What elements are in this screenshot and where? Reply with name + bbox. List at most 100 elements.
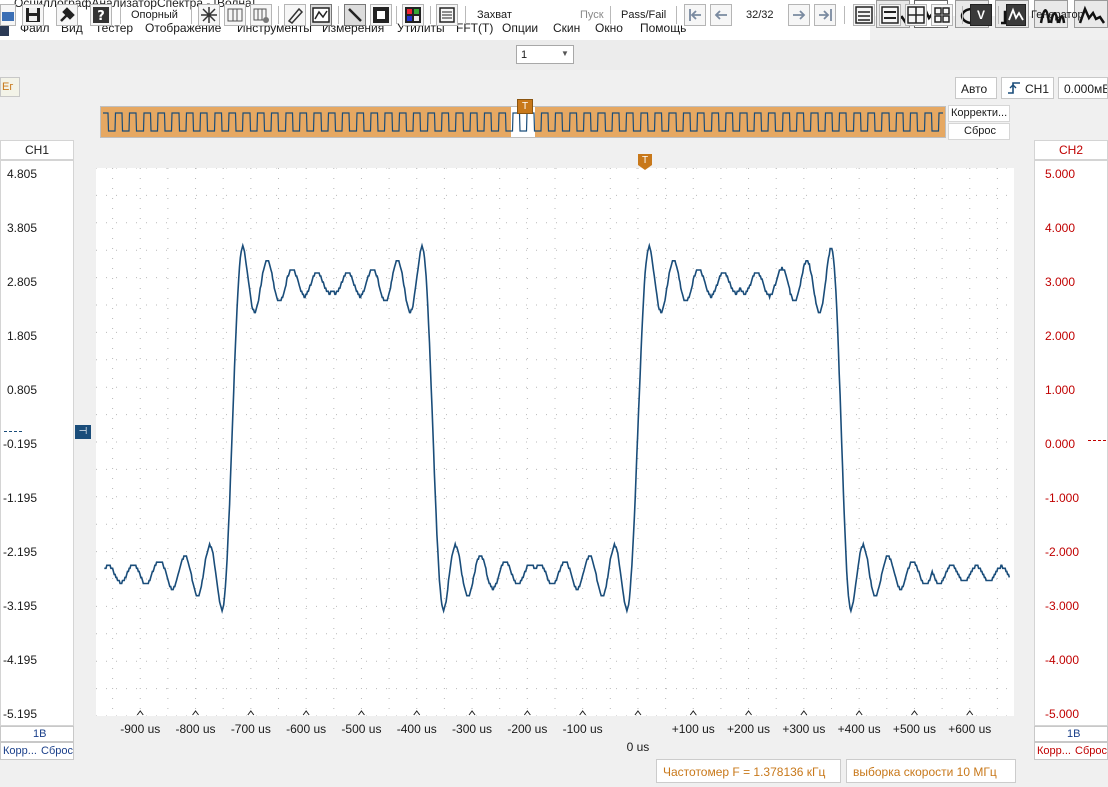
x-tick-mark (358, 710, 365, 716)
trigger-mode-label: Авто (961, 82, 988, 96)
menu-options[interactable]: Опции (502, 21, 538, 35)
help-icon[interactable]: ? (90, 4, 112, 26)
save-icon[interactable] (22, 4, 44, 26)
overview-reset-button[interactable]: Сброс (948, 123, 1010, 140)
x-tick-label: +400 us (837, 722, 881, 736)
prev-frame-icon[interactable] (710, 4, 732, 26)
layout-grid-icon[interactable] (931, 4, 953, 26)
start-button[interactable]: Пуск (580, 9, 604, 21)
cursor-snowflake-icon[interactable] (198, 4, 220, 26)
overview-trigger-marker[interactable]: T (517, 99, 533, 114)
probe-icon[interactable] (284, 4, 306, 26)
x-tick-mark (468, 710, 476, 716)
trigger-status-row (0, 70, 1108, 100)
overview-reset-label: Сброс (964, 125, 996, 137)
generator-icon[interactable] (1006, 4, 1026, 26)
correction-button[interactable]: Корректи... (948, 105, 1010, 122)
y-tick-label: 0.000 (1045, 437, 1076, 451)
trigger-channel-label: CH1 (1025, 82, 1050, 96)
x-tick-mark (745, 710, 752, 716)
waveform-plot-svg (96, 167, 1014, 717)
x-tick-mark (413, 710, 421, 716)
first-frame-icon[interactable] (684, 4, 706, 26)
y-tick-label: 2.000 (1045, 329, 1076, 343)
x-tick-mark (966, 710, 974, 716)
ch1-footer: Корр... Сброс (0, 742, 74, 760)
menu-fft[interactable]: FFT(T) (456, 21, 493, 35)
menu-skin[interactable]: Скин (553, 21, 580, 35)
y-tick-label: 2.805 (6, 275, 37, 289)
chevron-down-icon: ▼ (561, 49, 569, 58)
screenshot-icon[interactable] (310, 4, 332, 26)
y-tick-label: -2.195 (2, 545, 37, 559)
capture-count-select[interactable]: 1 ▼ (516, 45, 574, 64)
x-tick-label: -700 us (230, 722, 271, 736)
ch2-scale-field[interactable]: 1В (1034, 726, 1108, 742)
y-tick-label: -3.000 (1045, 599, 1080, 613)
y-tick-label: 3.000 (1045, 275, 1076, 289)
plot-trigger-marker[interactable]: T (638, 154, 652, 170)
layout-double-icon[interactable] (879, 4, 901, 26)
trigger-mode-button[interactable]: Авто (955, 77, 997, 99)
ch2-header[interactable]: CH2 (1034, 140, 1108, 160)
x-tick-label: -500 us (341, 722, 382, 736)
x-tick-mark (689, 710, 697, 716)
next-frame-icon[interactable] (788, 4, 810, 26)
x-tick-label: +100 us (671, 722, 715, 736)
reference-button[interactable]: Опорный (131, 9, 178, 21)
generator-button[interactable]: Генератор (1031, 9, 1084, 21)
line-draw-icon[interactable] (344, 4, 366, 26)
layout-quad-icon[interactable] (905, 4, 927, 26)
tools-icon[interactable] (56, 4, 78, 26)
sample-rate-display[interactable]: выборка скорости 10 МГц (846, 759, 1016, 783)
y-tick-label: 1.000 (1045, 383, 1076, 397)
x-tick-mark (911, 710, 918, 716)
menu-help[interactable]: Помощь (640, 21, 686, 35)
frequency-value: Частотомер F = 1.378136 кГц (663, 765, 826, 779)
y-tick-label: 1.805 (6, 329, 37, 343)
y-tick-label: -3.195 (2, 599, 37, 613)
y-tick-label: 4.000 (1045, 221, 1076, 235)
ch1-ground-marker-icon[interactable]: ⊣ (75, 425, 91, 439)
ch1-axis-panel[interactable]: 4.805 3.805 2.805 1.805 0.805 -0.195 -1.195 -2.… (0, 160, 74, 726)
rising-edge-icon (1007, 80, 1021, 99)
correction-label: Корректи... (951, 107, 1008, 119)
y-tick-label: -5.000 (1045, 707, 1080, 721)
x-tick-mark (302, 710, 310, 716)
passfail-button[interactable]: Pass/Fail (621, 9, 666, 21)
ch1-correction-button[interactable]: Корр... (3, 745, 37, 757)
ch1-level-dash (4, 431, 22, 432)
y-tick-label: -4.195 (2, 653, 37, 667)
y-tick-label: -2.000 (1045, 545, 1080, 559)
last-frame-icon[interactable] (814, 4, 836, 26)
voltage-button[interactable]: V (970, 4, 992, 26)
x-tick-label: +600 us (948, 722, 992, 736)
oscilloscope-plot[interactable] (96, 167, 1014, 717)
ch1-reset-button[interactable]: Сброс (41, 745, 73, 757)
x-tick-label: -900 us (120, 722, 161, 736)
x-tick-label: -600 us (286, 722, 327, 736)
ch2-reset-button[interactable]: Сброс (1075, 745, 1107, 757)
y-tick-label: 4.805 (6, 167, 37, 181)
grid-settings-icon[interactable] (250, 4, 272, 26)
trigger-level-field[interactable]: 0.000мВ (1058, 77, 1108, 99)
ch2-axis-panel[interactable]: 5.000 4.000 3.000 2.000 1.000 0.000 -1.000 -2.0… (1034, 160, 1108, 726)
ch1-scale-field[interactable]: 1В (0, 726, 74, 742)
x-tick-mark (136, 710, 144, 716)
color-palette-icon[interactable] (402, 4, 424, 26)
grid-view-icon[interactable] (224, 4, 246, 26)
x-tick-mark (247, 710, 255, 716)
frame-counter: 32/32 (746, 9, 774, 21)
ch1-header[interactable]: CH1 (0, 140, 74, 160)
print-icon[interactable] (436, 4, 458, 26)
trigger-channel-button[interactable]: CH1 (1001, 77, 1054, 99)
ch2-correction-button[interactable]: Корр... (1037, 745, 1071, 757)
menu-window[interactable]: Окно (595, 21, 623, 35)
layout-single-icon[interactable] (853, 4, 875, 26)
stop-icon[interactable] (370, 4, 392, 26)
open-icon[interactable] (0, 4, 16, 26)
frequency-counter[interactable]: Частотомер F = 1.378136 кГц (656, 759, 841, 783)
x-tick-label: +500 us (892, 722, 936, 736)
x-tick-mark (192, 710, 199, 716)
trigger-level-value: 0.000мВ (1064, 82, 1108, 96)
